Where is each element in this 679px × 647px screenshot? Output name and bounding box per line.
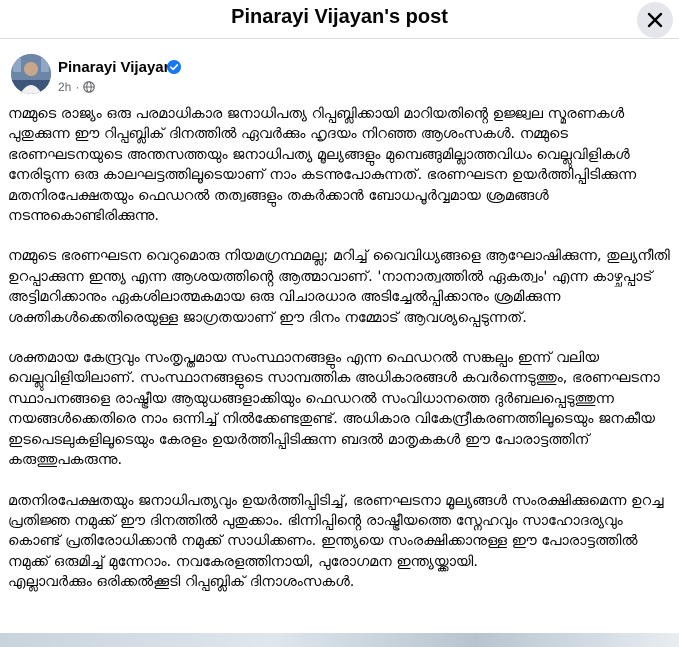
author-name[interactable]: Pinarayi Vijayan bbox=[58, 59, 173, 76]
post-time[interactable]: 2h bbox=[58, 80, 71, 94]
post-meta: 2h · bbox=[58, 80, 96, 94]
dialog-header: Pinarayi Vijayan's post bbox=[0, 0, 679, 39]
close-button[interactable] bbox=[637, 2, 673, 38]
post-text: നമ്മുടെ രാജ്യം ഒരു പരമാധികാര ജനാധിപത്യ റ… bbox=[8, 104, 671, 613]
avatar[interactable] bbox=[11, 54, 51, 94]
verified-badge-icon bbox=[167, 60, 181, 74]
post-paragraph: നമ്മുടെ ഭരണഘടന വെറുമൊരു നിയമഗ്രന്ഥമല്ല; … bbox=[8, 248, 670, 326]
post-paragraph: മതനിരപേക്ഷതയും ജനാധിപത്യവും ഉയർത്തിപ്പിട… bbox=[8, 492, 664, 591]
close-icon bbox=[647, 12, 663, 28]
globe-icon[interactable] bbox=[83, 81, 96, 93]
post-header: Pinarayi Vijayan 2h · bbox=[0, 48, 679, 100]
meta-separator: · bbox=[75, 80, 80, 94]
post-paragraph: നമ്മുടെ രാജ്യം ഒരു പരമാധികാര ജനാധിപത്യ റ… bbox=[8, 106, 637, 225]
post-image-preview[interactable] bbox=[0, 633, 679, 647]
post-paragraph: ശക്തമായ കേന്ദ്രവും സംതൃപ്തമായ സംസ്ഥാനങ്ങ… bbox=[8, 350, 660, 469]
dialog-title: Pinarayi Vijayan's post bbox=[231, 6, 448, 28]
